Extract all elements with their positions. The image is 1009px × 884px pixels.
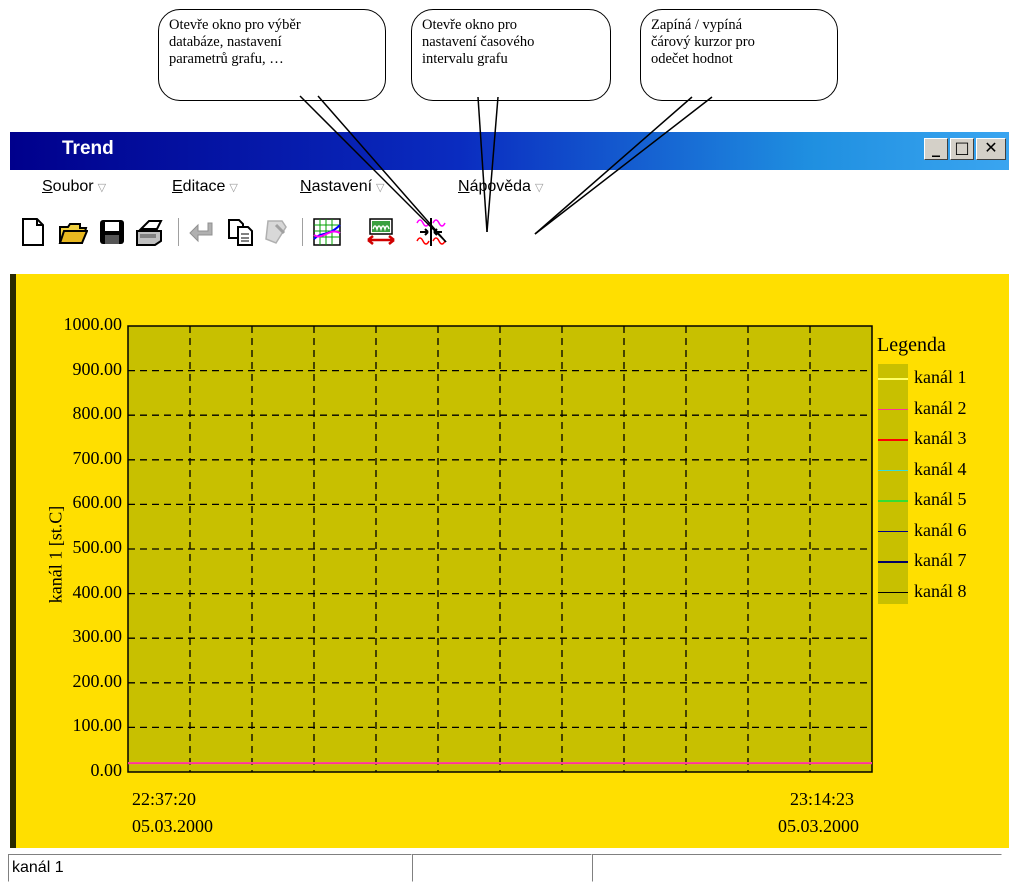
y-tick-label: 500.00 xyxy=(72,537,123,557)
menu-label: ápověda xyxy=(469,178,531,195)
close-button[interactable]: ✕ xyxy=(976,138,1006,160)
graph-settings-icon[interactable] xyxy=(312,217,342,247)
legend-label: kanál 8 xyxy=(914,580,967,601)
legend-swatch xyxy=(878,439,908,441)
menu-accel: S xyxy=(42,178,53,195)
menu-napoveda[interactable]: Nápověda ▽ xyxy=(458,178,543,196)
legend-item: kanál 6 xyxy=(878,520,998,542)
legend-item: kanál 8 xyxy=(878,581,998,603)
callout-line: Otevře okno pro výběr xyxy=(169,17,301,33)
toolbar-separator xyxy=(178,218,182,246)
callout-graph-settings: Otevře okno pro výběr databáze, nastaven… xyxy=(158,9,386,101)
y-tick-label: 100.00 xyxy=(72,715,123,736)
dropdown-arrow-icon: ▽ xyxy=(376,182,385,194)
chart-area: 1000.00 900.00 800.00 700.00 600.00 500.00 400… xyxy=(10,274,1009,848)
trend-window: Trend _ □ ✕ Soubor ▽ Editace ▽ Nastavení ▽ … xyxy=(0,132,1009,884)
title-bar[interactable]: Trend _ □ ✕ xyxy=(10,132,1009,170)
new-document-icon[interactable] xyxy=(18,217,48,247)
menu-nastaveni[interactable]: Nastavení ▽ xyxy=(300,178,385,196)
y-axis-title: kanál 1 [st.C] xyxy=(45,505,66,604)
legend-label: kanál 2 xyxy=(914,397,967,418)
y-tick-label: 1000.00 xyxy=(63,314,123,334)
y-tick-label: 300.00 xyxy=(72,626,123,647)
legend-item: kanál 4 xyxy=(878,459,998,481)
x-end-time: 23:14:23 xyxy=(790,789,855,809)
legend-item: kanál 7 xyxy=(878,550,998,572)
menu-accel: N xyxy=(300,178,312,195)
status-bar: kanál 1 xyxy=(0,852,1009,884)
status-cell xyxy=(412,854,592,882)
y-tick-label: 800.00 xyxy=(72,403,123,424)
legend-label: kanál 7 xyxy=(914,550,967,570)
status-cell xyxy=(592,854,1002,882)
y-tick-label: 0.00 xyxy=(90,760,123,780)
y-tick-label: 600.00 xyxy=(72,492,123,513)
legend-item: kanál 1 xyxy=(878,367,998,389)
callout-line: intervalu grafu xyxy=(422,51,508,67)
legend-label: kanál 6 xyxy=(914,519,967,540)
x-start-date: 05.03.2000 xyxy=(132,816,213,836)
legend-swatch xyxy=(878,408,908,410)
menu-label: oubor xyxy=(52,178,94,195)
y-tick-label: 400.00 xyxy=(72,581,123,602)
print-icon[interactable] xyxy=(135,217,165,247)
dropdown-arrow-icon: ▽ xyxy=(229,182,238,194)
dropdown-arrow-icon: ▽ xyxy=(534,182,544,194)
menu-label: ditace xyxy=(182,178,226,195)
status-cell-channel: kanál 1 xyxy=(8,854,412,882)
legend-item: kanál 3 xyxy=(878,428,998,450)
callout-line: databáze, nastavení xyxy=(169,34,282,50)
save-disk-icon[interactable] xyxy=(97,217,127,247)
dropdown-arrow-icon: ▽ xyxy=(97,182,107,194)
legend-swatch xyxy=(878,591,908,593)
x-start-time: 22:37:20 xyxy=(132,789,197,809)
window-title: Trend xyxy=(62,138,114,159)
copy-icon[interactable] xyxy=(226,217,256,247)
minimize-button[interactable]: _ xyxy=(924,138,948,160)
open-folder-icon[interactable] xyxy=(58,217,88,247)
menu-label: astavení xyxy=(311,178,373,195)
y-tick-label: 200.00 xyxy=(72,670,123,691)
y-tick-label: 700.00 xyxy=(72,447,123,468)
callout-line-cursor: Zapíná / vypíná čárový kurzor pro odečet… xyxy=(640,9,838,101)
callout-time-interval: Otevře okno pro nastavení časového inter… xyxy=(411,9,611,101)
callout-line: odečet hodnot xyxy=(651,51,733,67)
legend-label: kanál 1 xyxy=(914,367,967,387)
callout-line: čárový kurzor pro xyxy=(651,34,755,50)
legend-label: kanál 5 xyxy=(914,489,967,509)
toolbar xyxy=(0,202,1009,270)
callout-line: nastavení časového xyxy=(422,34,535,50)
legend-label: kanál 3 xyxy=(914,428,967,448)
callout-line: Zapíná / vypíná xyxy=(651,17,743,33)
line-cursor-icon[interactable] xyxy=(416,217,446,247)
legend-swatch xyxy=(878,561,908,563)
y-tick-label: 900.00 xyxy=(72,358,123,379)
trend-chart xyxy=(127,325,873,773)
legend-swatch xyxy=(878,530,908,532)
callout-line: parametrů grafu, … xyxy=(169,51,284,67)
paste-icon[interactable] xyxy=(262,217,292,247)
menu-editace[interactable]: Editace ▽ xyxy=(172,178,238,196)
callout-line: Otevře okno pro xyxy=(422,17,518,33)
menu-accel: E xyxy=(172,178,183,195)
legend-title: Legenda xyxy=(877,334,946,356)
maximize-button[interactable]: □ xyxy=(950,138,974,160)
x-end-date: 05.03.2000 xyxy=(778,816,859,836)
toolbar-separator xyxy=(302,218,306,246)
menu-bar: Soubor ▽ Editace ▽ Nastavení ▽ Nápověda ▽ xyxy=(0,170,1009,202)
undo-icon[interactable] xyxy=(188,217,218,247)
legend-swatch xyxy=(878,378,908,380)
legend-item: kanál 2 xyxy=(878,398,998,420)
menu-accel: N xyxy=(458,178,470,195)
legend-swatch xyxy=(878,500,908,502)
legend-item: kanál 5 xyxy=(878,489,998,511)
legend-label: kanál 4 xyxy=(914,458,967,479)
menu-soubor[interactable]: Soubor ▽ xyxy=(42,178,106,196)
legend-swatch xyxy=(878,469,908,471)
time-interval-icon[interactable] xyxy=(366,217,396,247)
